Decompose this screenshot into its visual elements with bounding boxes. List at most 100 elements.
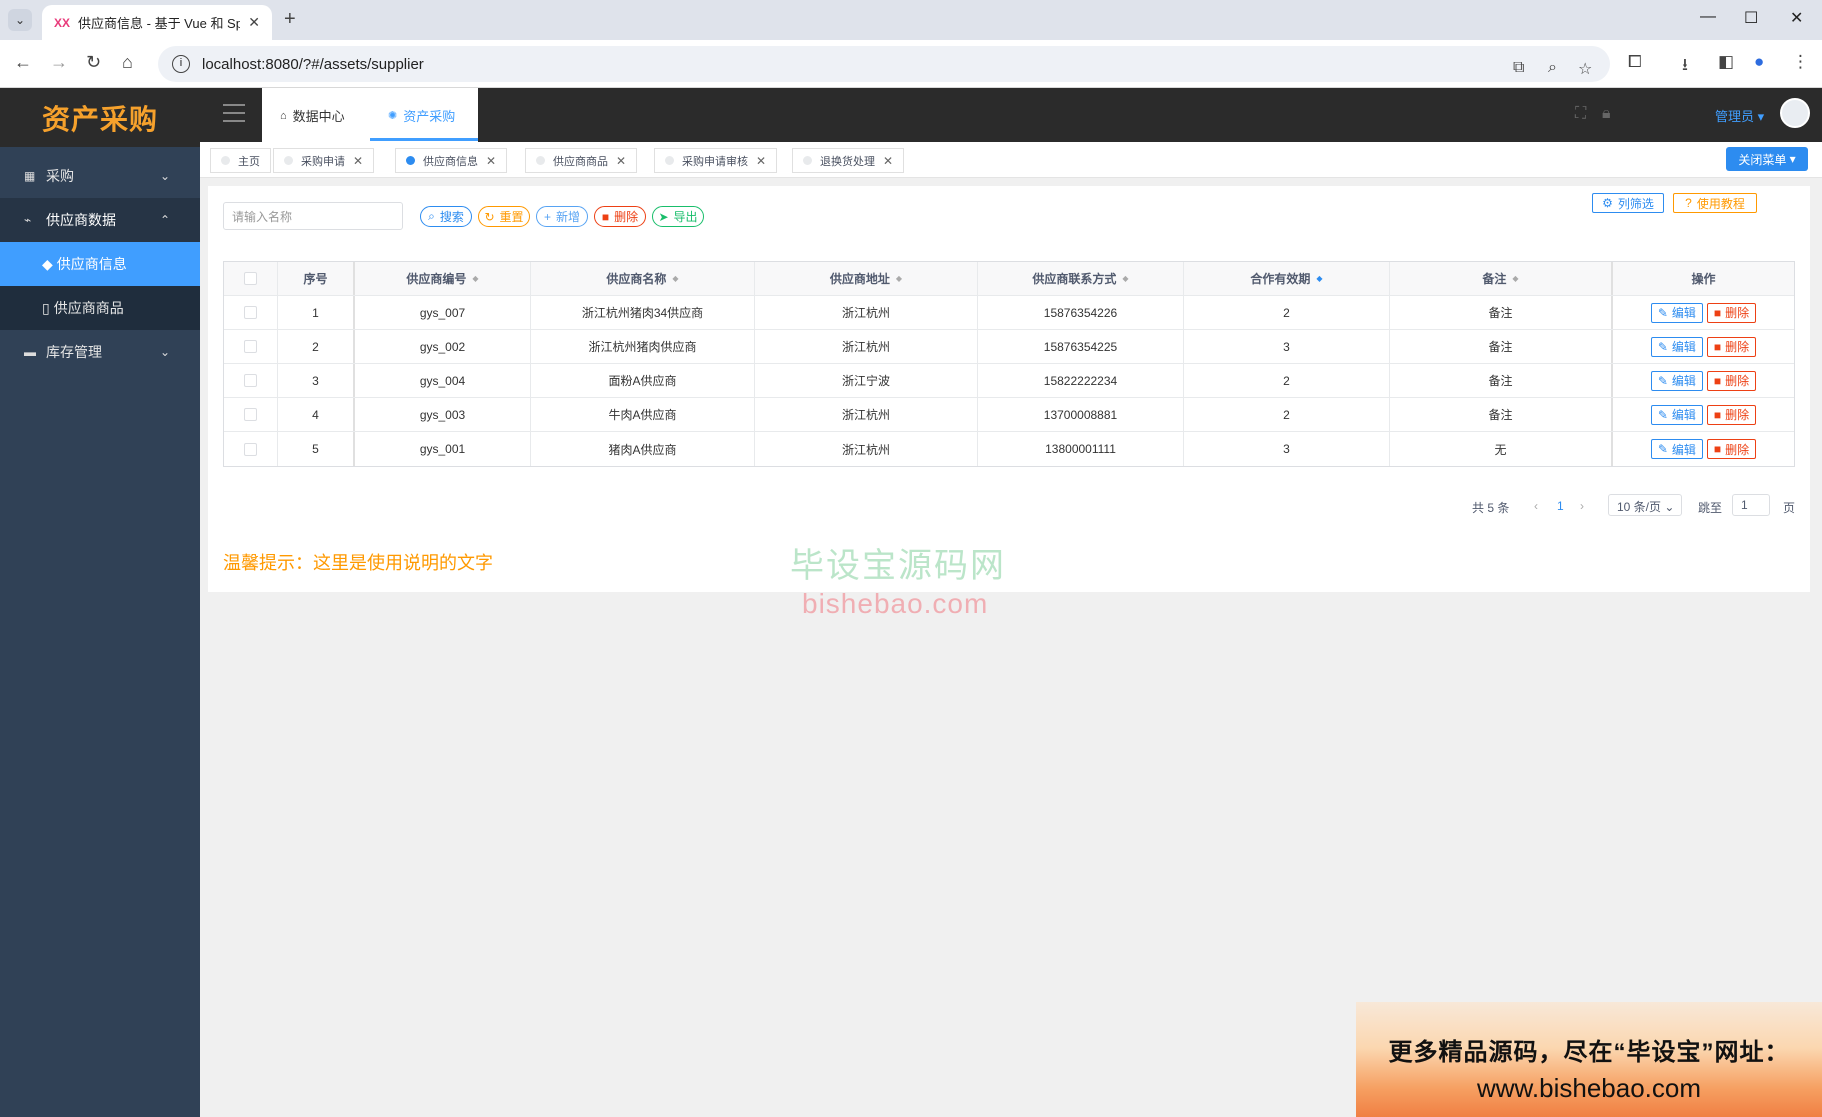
close-menu-button[interactable]: 关闭菜单 ▾ [1726,147,1808,171]
sidebar-item-supplier-data[interactable]: ⌁ 供应商数据 ⌃ [0,198,200,242]
sort-icon[interactable]: ◆ [1512,274,1518,283]
row-checkbox[interactable] [244,442,257,456]
cell-no: 5 [278,432,355,466]
sidebar-subitem-supplier-goods[interactable]: ▯ 供应商商品 [0,286,200,330]
delete-row-button[interactable]: ■ 删除 [1706,370,1757,391]
edit-button[interactable]: ✎ 编辑 [1650,336,1703,357]
cell-no: 4 [278,398,355,431]
header-phone[interactable]: 供应商联系方式 ◆ [978,262,1184,295]
close-icon[interactable]: ✕ [883,154,893,168]
edit-button[interactable]: ✎ 编辑 [1650,302,1703,323]
select-all-checkbox[interactable] [244,272,257,285]
jump-input[interactable]: 1 [1732,494,1770,516]
back-icon[interactable]: ← [14,52,32,73]
tag-return-exchange[interactable]: 退换货处理 ✕ [792,148,905,173]
close-icon[interactable]: ✕ [756,154,766,168]
row-actions: ✎ 编辑 ■ 删除 [1613,364,1794,397]
tab-search-button[interactable]: ⌄ [8,9,32,31]
header-address[interactable]: 供应商地址 ◆ [755,262,978,295]
delete-row-button[interactable]: ■ 删除 [1706,404,1757,425]
cell-period: 2 [1184,398,1390,431]
hamburger-icon[interactable] [223,104,245,122]
close-tab-icon[interactable]: ✕ [248,14,260,31]
search-input[interactable]: 请输入名称 [223,202,403,230]
export-button[interactable]: ➤ 导出 [652,206,704,227]
tutorial-button[interactable]: ? 使用教程 [1673,193,1757,213]
extensions-icon[interactable]: ⧠ [1628,52,1642,72]
delete-row-button[interactable]: ■ 删除 [1706,302,1757,323]
sort-icon[interactable]: ◆ [896,274,902,283]
tag-supplier-info[interactable]: 供应商信息 ✕ [395,148,508,173]
row-checkbox[interactable] [244,340,257,353]
page-suffix: 页 [1783,501,1796,515]
download-icon[interactable]: ⭳ [1682,52,1688,81]
sort-icon[interactable]: ◆ [472,274,478,283]
sort-icon[interactable]: ◆ [1316,274,1322,283]
menu-dots-icon[interactable]: ⋮ [1792,52,1809,72]
sort-icon[interactable]: ◆ [672,274,678,283]
header-name[interactable]: 供应商名称 ◆ [531,262,755,295]
row-checkbox[interactable] [244,374,257,387]
chevron-down-icon: ⌄ [159,169,170,183]
tag-supplier-goods[interactable]: 供应商商品 ✕ [525,148,638,173]
page-number[interactable]: 1 [1557,499,1564,513]
edit-button[interactable]: ✎ 编辑 [1650,404,1703,425]
new-tab-button[interactable]: + [284,8,296,31]
tag-purchase-review[interactable]: 采购申请审核 ✕ [654,148,778,173]
browser-tab[interactable]: XX 供应商信息 - 基于 Vue 和 Spri ✕ [42,5,272,40]
column-filter-button[interactable]: ⚙ 列筛选 [1592,193,1664,213]
prev-page-icon[interactable]: ‹ [1534,499,1538,513]
sidebar-item-inventory[interactable]: ▬ 库存管理 ⌄ [0,330,200,374]
header-period[interactable]: 合作有效期 ◆ [1184,262,1390,295]
url-field[interactable]: i localhost:8080/?#/assets/supplier ⧉ ⌕ … [158,46,1610,82]
tag-purchase-apply[interactable]: 采购申请 ✕ [273,148,375,173]
row-checkbox[interactable] [244,306,257,319]
profile-icon[interactable]: ● [1754,52,1764,72]
sidebar-subitem-supplier-info[interactable]: ◆ 供应商信息 [0,242,200,286]
row-checkbox[interactable] [244,408,257,421]
edit-icon: ✎ [1657,339,1668,354]
header-code[interactable]: 供应商编号 ◆ [355,262,531,295]
delete-row-button[interactable]: ■ 删除 [1706,336,1757,357]
sidepanel-icon[interactable]: ◧ [1718,52,1734,72]
edit-button[interactable]: ✎ 编辑 [1650,439,1703,459]
tag-home[interactable]: 主页 [210,148,271,173]
close-icon[interactable]: ✕ [486,154,496,168]
pagination-total: 共 5 条 [1472,501,1510,515]
bookmark-star-icon[interactable]: ☆ [1578,59,1592,79]
admin-dropdown[interactable]: 管理员 ▾ [1715,106,1764,125]
trash-icon: ■ [1713,305,1722,320]
site-info-icon[interactable]: i [172,55,190,73]
avatar[interactable] [1780,98,1810,128]
zoom-icon[interactable]: ⌕ [1548,59,1557,77]
home-icon[interactable]: ⌂ [122,52,133,73]
fullscreen-icon[interactable]: ⛶ [1575,105,1586,123]
question-icon: ? [1685,196,1692,210]
tag-label: 主页 [238,155,260,168]
tab-asset-purchase[interactable]: ✺ 资产采购 [388,106,455,125]
sort-icon[interactable]: ◆ [1122,274,1128,283]
chevron-down-icon: ⌄ [1664,500,1675,514]
delete-button[interactable]: ■ 删除 [594,206,646,227]
page-size-select[interactable]: 10 条/页 ⌄ [1608,494,1682,516]
header-remark[interactable]: 备注 ◆ [1390,262,1613,295]
next-page-icon[interactable]: › [1580,499,1584,513]
close-window-icon[interactable]: ✕ [1790,8,1803,28]
close-icon[interactable]: ✕ [616,154,626,168]
tab-data-center[interactable]: ⌂ 数据中心 [280,106,345,125]
add-button[interactable]: + 新增 [536,206,588,227]
reload-icon[interactable]: ↻ [86,52,101,73]
translate-icon[interactable]: ⧉ [1513,59,1524,77]
button-label: 列筛选 [1617,196,1654,211]
edit-button[interactable]: ✎ 编辑 [1650,370,1703,391]
minimize-icon[interactable]: — [1700,8,1716,26]
search-button[interactable]: ⌕ 搜索 [420,206,472,227]
reset-button[interactable]: ↻ 重置 [478,206,530,227]
forward-icon[interactable]: → [50,52,68,73]
lock-icon[interactable]: 🔒︎ [1602,105,1611,123]
maximize-icon[interactable]: ☐ [1744,8,1758,28]
close-icon[interactable]: ✕ [353,154,363,168]
tag-label: 退换货处理 [820,155,875,168]
sidebar-item-purchase[interactable]: ▦ 采购 ⌄ [0,154,200,198]
delete-row-button[interactable]: ■ 删除 [1706,439,1757,459]
